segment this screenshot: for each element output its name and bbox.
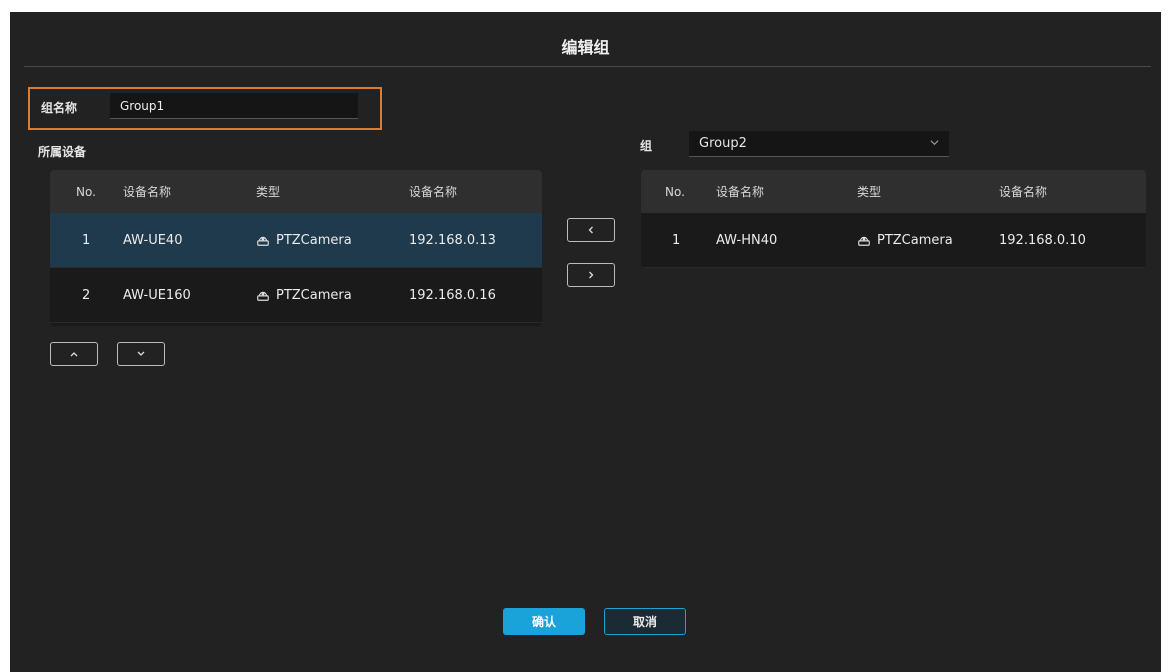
chevron-down-icon — [930, 138, 939, 150]
cancel-button[interactable]: 取消 — [604, 608, 686, 635]
row-no: 1 — [82, 232, 91, 248]
member-devices-table: No. 设备名称 类型 设备名称 1 AW-UE40 PTZCamera 192… — [50, 170, 542, 326]
column-header-no: No. — [76, 184, 96, 199]
group-select-value: Group2 — [699, 136, 747, 151]
row-no: 2 — [82, 287, 91, 303]
row-type-label: PTZCamera — [877, 232, 953, 248]
chevron-down-icon — [137, 351, 145, 356]
group-name-label: 组名称 — [41, 101, 78, 115]
row-no: 1 — [672, 232, 681, 248]
column-header-type: 类型 — [857, 185, 882, 199]
group-devices-table: No. 设备名称 类型 设备名称 1 AW-HN40 PTZCamera 192… — [641, 170, 1146, 268]
row-ip: 192.168.0.16 — [409, 287, 496, 303]
group-select[interactable]: Group2 — [689, 131, 949, 157]
move-right-button[interactable] — [567, 263, 615, 287]
edit-group-dialog: 编辑组 组名称 所属设备 组 Group2 No. 设备名称 类型 设备名称 1… — [10, 12, 1161, 672]
table-header: No. 设备名称 类型 设备名称 — [50, 170, 542, 213]
move-down-button[interactable] — [117, 342, 165, 366]
table-header: No. 设备名称 类型 设备名称 — [641, 170, 1146, 213]
column-header-device-ip: 设备名称 — [409, 185, 458, 199]
group-name-input[interactable] — [110, 93, 358, 119]
chevron-left-icon — [588, 226, 593, 234]
group-select-label: 组 — [640, 139, 653, 153]
camera-icon — [257, 236, 269, 246]
chevron-up-icon — [70, 352, 78, 357]
move-up-button[interactable] — [50, 342, 98, 366]
column-header-device-name: 设备名称 — [123, 185, 172, 199]
row-ip: 192.168.0.13 — [409, 232, 496, 248]
title-divider — [24, 66, 1151, 67]
table-row[interactable]: 1 AW-HN40 PTZCamera 192.168.0.10 — [641, 213, 1146, 268]
confirm-button[interactable]: 确认 — [503, 608, 585, 635]
table-row[interactable]: 2 AW-UE160 PTZCamera 192.168.0.16 — [50, 268, 542, 323]
row-type: PTZCamera — [256, 288, 409, 303]
move-left-button[interactable] — [567, 218, 615, 242]
column-header-type: 类型 — [256, 185, 281, 199]
row-device-name: AW-HN40 — [716, 232, 778, 248]
table-row[interactable]: 1 AW-UE40 PTZCamera 192.168.0.13 — [50, 213, 542, 268]
row-type: PTZCamera — [256, 233, 409, 248]
camera-icon — [257, 291, 269, 301]
row-device-name: AW-UE40 — [123, 232, 183, 248]
row-type-label: PTZCamera — [276, 232, 352, 248]
row-type-label: PTZCamera — [276, 287, 352, 303]
column-header-device-ip: 设备名称 — [999, 185, 1048, 199]
column-header-device-name: 设备名称 — [716, 185, 765, 199]
row-ip: 192.168.0.10 — [999, 232, 1086, 248]
row-device-name: AW-UE160 — [123, 287, 191, 303]
chevron-right-icon — [589, 271, 594, 279]
row-type: PTZCamera — [857, 233, 999, 248]
member-devices-label: 所属设备 — [38, 145, 87, 159]
dialog-title: 编辑组 — [561, 38, 610, 57]
column-header-no: No. — [665, 184, 685, 199]
group-name-highlight: 组名称 — [28, 87, 382, 130]
camera-icon — [858, 236, 870, 246]
